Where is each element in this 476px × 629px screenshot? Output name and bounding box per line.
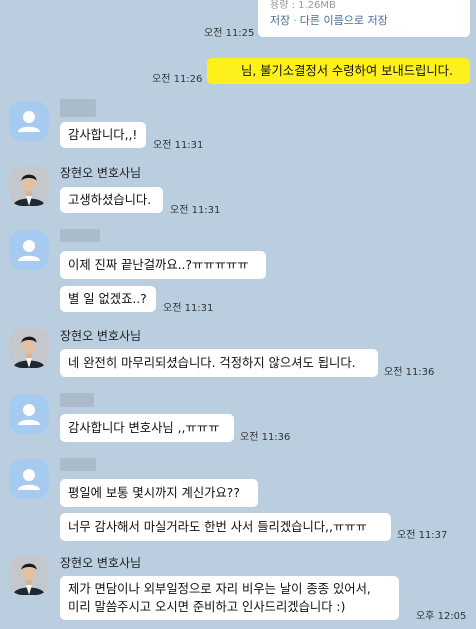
message-time: 오전 11:36 [240,432,291,443]
person-icon [18,111,40,132]
message-bubble[interactable]: 제가 면담이나 외부일정으로 자리 비우는 날이 종종 있어서, 미리 말씀주시… [60,576,399,620]
message-bubble[interactable]: 감사합니다 변호사님 ,,ㅠㅠㅠ [60,414,234,442]
default-avatar[interactable] [9,394,49,434]
default-avatar[interactable] [9,230,49,270]
redacted-sender-name [60,458,96,471]
message-time: 오전 11:31 [163,303,214,314]
message-bubble[interactable]: 감사합니다,,! [60,122,146,148]
lawyer-avatar[interactable] [9,555,49,595]
file-card[interactable]: 용량 : 1.26MB 저장 · 다른 이름으로 저장 [258,0,470,37]
file-save-as-link[interactable]: 다른 이름으로 저장 [300,14,388,27]
lawyer-avatar[interactable] [9,166,49,206]
redacted-sender-name [60,99,96,117]
message-bubble[interactable]: 너무 감사해서 마실거라도 한번 사서 들리겠습니다,,ㅠㅠㅠ [60,513,391,541]
message-text: 감사합니다 변호사님 ,,ㅠㅠㅠ [68,421,220,435]
message-bubble[interactable]: 별 일 없겠죠..? [60,286,156,312]
message-text: 평일에 보통 몇시까지 계신가요?? [68,486,240,500]
default-avatar[interactable] [9,101,49,141]
file-time: 오전 11:25 [204,28,255,39]
lawyer-avatar[interactable] [9,328,49,368]
message-text: 감사합니다,,! [68,128,138,142]
default-avatar[interactable] [9,459,49,499]
message-text: 님, 불기소결정서 수령하여 보내드립니다. [241,64,453,78]
message-time: 오전 11:37 [397,530,448,541]
message-text: 별 일 없겠죠..? [68,292,147,306]
message-bubble[interactable]: 고생하셨습니다. [60,187,163,213]
lawyer-portrait-icon [9,555,49,595]
lawyer-portrait-icon [9,328,49,368]
message-text-line: 미리 말씀주시고 오시면 준비하고 인사드리겠습니다 :) [68,600,346,614]
sender-name: 장현오 변호사님 [60,166,142,180]
person-icon [18,404,40,425]
redacted-sender-name [60,229,100,242]
sender-name: 장현오 변호사님 [60,556,142,570]
message-text: 네 완전히 마무리되셨습니다. 걱정하지 않으셔도 됩니다. [68,356,356,370]
file-save-link[interactable]: 저장 [270,14,290,27]
message-time: 오후 12:05 [416,611,467,622]
message-text: 너무 감사해서 마실거라도 한번 사서 들리겠습니다,,ㅠㅠㅠ [68,520,367,534]
message-text: 이제 진짜 끝난걸까요..?ㅠㅠㅠㅠㅠ [68,258,249,272]
file-actions: 저장 · 다른 이름으로 저장 [270,14,388,28]
message-time: 오전 11:26 [152,74,203,85]
message-text: 고생하셨습니다. [68,193,152,207]
message-time: 오전 11:31 [153,140,204,151]
message-bubble[interactable]: 이제 진짜 끝난걸까요..?ㅠㅠㅠㅠㅠ [60,251,266,279]
message-time: 오전 11:36 [384,367,435,378]
redacted-sender-name [60,393,94,407]
sender-name: 장현오 변호사님 [60,329,142,343]
person-icon [18,240,40,261]
my-message-bubble[interactable]: 님, 불기소결정서 수령하여 보내드립니다. [207,58,470,84]
file-size: 용량 : 1.26MB [270,0,336,11]
person-icon [18,469,40,490]
message-bubble[interactable]: 평일에 보통 몇시까지 계신가요?? [60,479,258,507]
message-text-line: 제가 면담이나 외부일정으로 자리 비우는 날이 종종 있어서, [68,582,371,596]
file-action-separator: · [293,14,297,27]
message-bubble[interactable]: 네 완전히 마무리되셨습니다. 걱정하지 않으셔도 됩니다. [60,349,378,377]
lawyer-portrait-icon [9,166,49,206]
message-time: 오전 11:31 [170,205,221,216]
